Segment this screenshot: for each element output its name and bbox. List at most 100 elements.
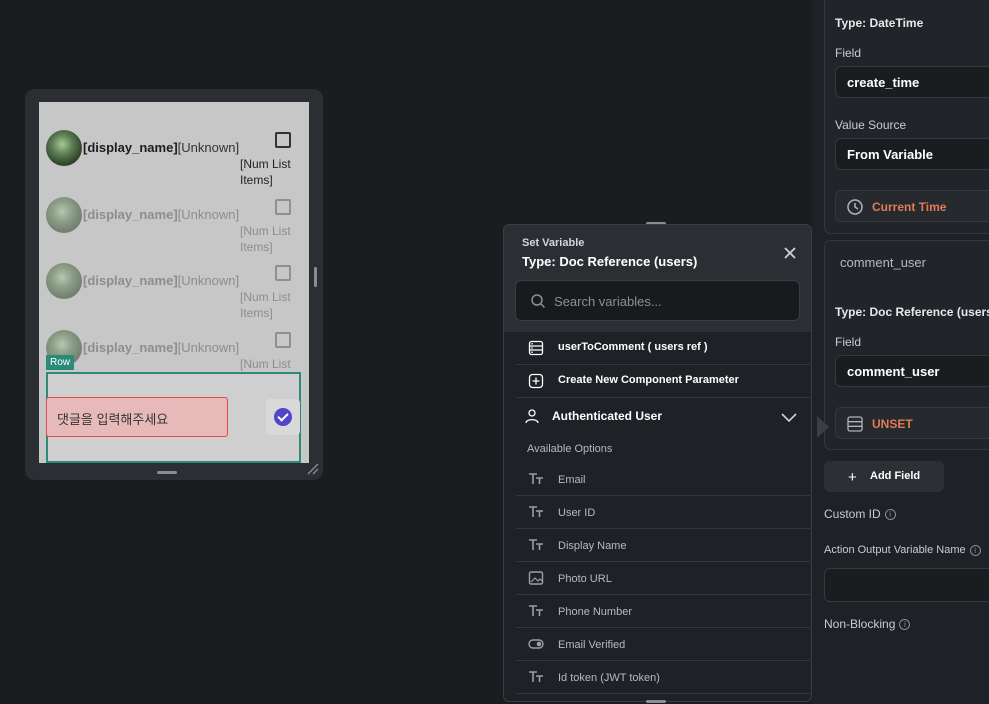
option-label: userToComment ( users ref ) (558, 341, 708, 353)
comment-user-header[interactable]: comment_user (840, 255, 926, 270)
field-email-verified[interactable]: Email Verified (516, 628, 810, 661)
unset-variable[interactable]: UNSET (835, 407, 989, 439)
field-id-token[interactable]: Id token (JWT token) (516, 661, 810, 694)
row-tag: Row (46, 355, 75, 370)
status-text: [Unknown] (177, 340, 240, 355)
text-type-icon (529, 539, 543, 550)
field-display-name[interactable]: Display Name (516, 529, 810, 562)
close-icon[interactable] (782, 245, 798, 261)
option-user-to-comment[interactable]: userToComment ( users ref ) (516, 332, 810, 365)
display-name-text: [display_name] (83, 140, 178, 155)
popup-subtitle: Set Variable (522, 237, 585, 249)
search-input[interactable] (554, 290, 784, 312)
popup-title: Type: Doc Reference (users) (522, 254, 698, 269)
option-label: Create New Component Parameter (558, 374, 739, 386)
status-text: [Unknown] (177, 207, 240, 222)
checkbox[interactable] (275, 265, 291, 281)
field-email[interactable]: Email (516, 463, 810, 496)
action-output-row: Action Output Variable Name i (824, 544, 981, 556)
resize-handle-vertical[interactable] (314, 267, 317, 287)
info-icon[interactable]: i (884, 509, 896, 521)
type-docref-label: Type: Doc Reference (users (835, 305, 989, 319)
num-list-items-text: [Num List Items] (240, 224, 291, 254)
search-box[interactable] (515, 280, 800, 321)
text-type-icon (529, 605, 543, 616)
set-variable-popup: Set Variable Type: Doc Reference (users)… (503, 224, 812, 702)
status-text: [Unknown] (177, 140, 240, 155)
list-item[interactable]: [display_name][Unknown] [Num List Items] (39, 255, 309, 321)
action-output-input[interactable] (824, 568, 989, 602)
field-value: comment_user (847, 364, 940, 379)
field-label: Id token (JWT token) (558, 672, 660, 684)
non-blocking-label: Non-Blocking (824, 617, 896, 631)
resize-corner-icon[interactable] (307, 463, 319, 475)
text-type-icon (529, 506, 543, 517)
num-list-items-text: [Num List (240, 357, 291, 371)
info-icon[interactable]: i (969, 544, 981, 556)
current-time-variable[interactable]: Current Time (835, 190, 989, 222)
chevron-down-icon[interactable] (780, 408, 798, 426)
field-value: create_time (847, 75, 920, 90)
display-name-text: [display_name] (83, 207, 178, 222)
user-icon (525, 409, 539, 424)
value-source-label: Value Source (835, 118, 907, 132)
field-user-id[interactable]: User ID (516, 496, 810, 529)
plus-icon: + (848, 469, 857, 486)
field-label: Email Verified (558, 639, 626, 651)
num-list-items-text: [Num List Items] (240, 290, 291, 320)
status-text: [Unknown] (177, 273, 240, 288)
field-label: Field (835, 46, 862, 60)
value-source-value: From Variable (847, 147, 933, 162)
avatar (46, 197, 82, 233)
type-datetime-label: Type: DateTime (835, 16, 924, 30)
send-button[interactable] (266, 399, 300, 435)
text-type-icon (529, 671, 543, 682)
field-dropdown-comment-user[interactable]: comment_user (835, 355, 989, 387)
field-photo-url[interactable]: Photo URL (516, 562, 810, 595)
non-blocking-row: Non-Blocking i (824, 617, 911, 631)
info-icon[interactable]: i (899, 619, 911, 631)
available-options-label: Available Options (527, 443, 613, 455)
num-list-items-text: [Num List Items] (240, 157, 291, 187)
option-create-parameter[interactable]: Create New Component Parameter (516, 365, 810, 398)
popup-grip-bottom[interactable] (646, 700, 666, 703)
value-source-dropdown[interactable]: From Variable (835, 138, 989, 170)
current-time-label: Current Time (872, 200, 947, 214)
checkbox[interactable] (275, 199, 291, 215)
list-item[interactable]: [display_name][Unknown] [Num List Items] (39, 189, 309, 255)
popup-header: Set Variable Type: Doc Reference (users) (504, 225, 811, 332)
authenticated-user-section[interactable]: Authenticated User (516, 399, 810, 434)
field-label: Display Name (558, 540, 627, 552)
action-output-label: Action Output Variable Name (824, 544, 966, 556)
list-item[interactable]: [display_name][Unknown] [Num List Items] (39, 122, 309, 188)
add-field-label: Add Field (870, 470, 921, 482)
field-label: User ID (558, 507, 596, 519)
custom-id-label: Custom ID (824, 507, 881, 521)
checkbox[interactable] (275, 332, 291, 348)
plus-square-icon (528, 373, 544, 389)
database-icon (528, 340, 544, 356)
field-dropdown-create-time[interactable]: create_time (835, 66, 989, 98)
database-icon (847, 416, 863, 432)
checkbox[interactable] (275, 132, 291, 148)
field-label: Phone Number (558, 606, 632, 618)
auth-section-label: Authenticated User (552, 409, 663, 423)
field-label: Photo URL (558, 573, 612, 585)
avatar (46, 263, 82, 299)
check-circle-icon (274, 408, 292, 426)
field-label: Email (558, 474, 586, 486)
custom-id-row: Custom ID i (824, 507, 896, 521)
add-field-button[interactable]: + Add Field (824, 461, 944, 492)
clock-icon (847, 199, 863, 215)
popup-pointer (817, 416, 829, 438)
display-name-text: [display_name] (83, 340, 178, 355)
search-icon (531, 294, 546, 309)
text-type-icon (529, 473, 543, 484)
resize-handle-horizontal[interactable] (157, 471, 177, 474)
image-icon (528, 571, 544, 585)
field-label: Field (835, 335, 862, 349)
unset-label: UNSET (872, 417, 913, 431)
field-phone-number[interactable]: Phone Number (516, 595, 810, 628)
comment-input[interactable]: 댓글을 입력해주세요 (46, 397, 228, 437)
display-name-text: [display_name] (83, 273, 178, 288)
